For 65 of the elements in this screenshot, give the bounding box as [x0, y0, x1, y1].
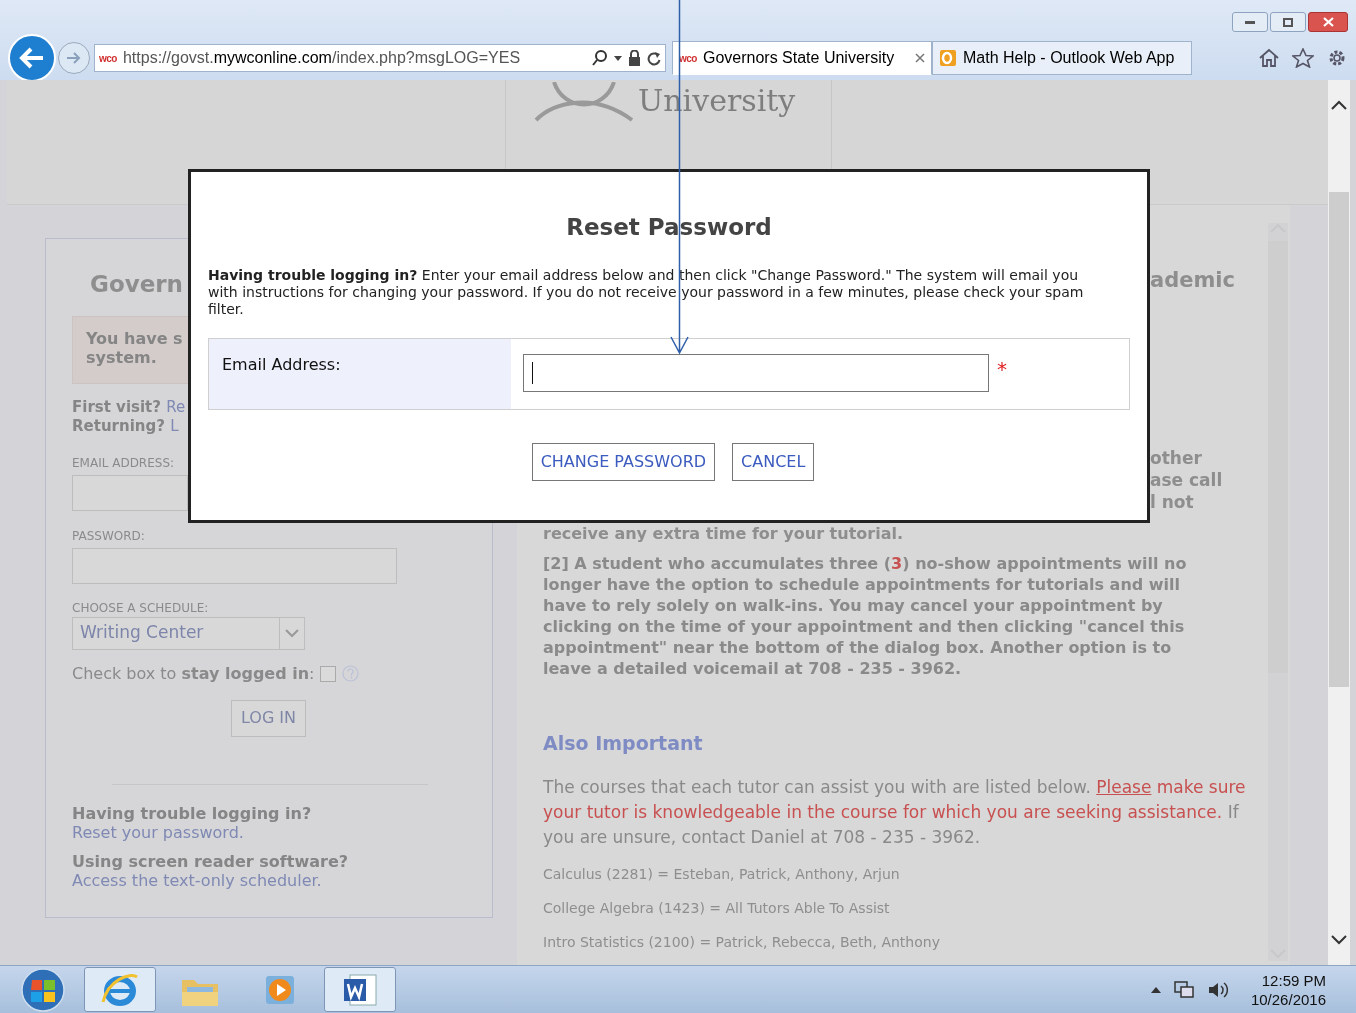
close-icon [1322, 17, 1334, 27]
search-icon [592, 50, 608, 66]
section-heading: ademic [1150, 267, 1235, 294]
dialog-button[interactable]: CHANGE PASSWORD [531, 442, 716, 481]
field-label: CHOOSE A SCHEDULE: [72, 599, 209, 617]
browser-icon [100, 971, 140, 1008]
taskbar-app[interactable] [84, 967, 156, 1012]
mail-app-icon [939, 49, 957, 67]
stay-logged-in-label: Check box to stay logged in: [72, 662, 315, 685]
minimize-button[interactable] [1232, 12, 1268, 32]
rule-text-fragment: other [1150, 446, 1202, 469]
clock-date[interactable]: 10/26/2016 [1250, 989, 1326, 1009]
help-text: Using screen reader software? Access the text-only scheduler. [72, 851, 349, 890]
email-address-label: Email Address: [222, 354, 341, 374]
course-text: College Algebra (1423) = All Tutors Able To Assist [543, 899, 890, 918]
home-icon[interactable] [1258, 48, 1280, 68]
address-bar[interactable]: wco https://govst.mywconline.com/index.php?msgLOG=YES [94, 44, 666, 72]
course-text: Calculus (2281) = Esteban, Patrick, Anthony, Arjun [543, 865, 900, 884]
email-address-input[interactable] [523, 353, 989, 392]
star-icon[interactable] [1292, 48, 1314, 68]
taskbar-app[interactable] [324, 967, 396, 1012]
text-cursor [532, 361, 533, 384]
panel-title: Govern [90, 270, 183, 299]
help-text: Having trouble logging in? Reset your password. [72, 803, 313, 842]
dialog-intro: Having trouble logging in? Enter your email address below and then click "Change Password." The system will email you with instructions for changing your password. If you do not receive your password in a few minutes, please check your spam filter. [208, 266, 1085, 318]
rule-text-fragment: receive any extra time for your tutorial. [543, 524, 903, 543]
scroll-down-icon[interactable] [1331, 935, 1347, 945]
dialog-button[interactable]: CANCEL [732, 442, 815, 481]
browser-tab[interactable]: wco Governors State University [672, 41, 932, 75]
back-button[interactable] [8, 34, 56, 82]
close-tab-icon[interactable] [915, 53, 925, 63]
field-label: PASSWORD: [72, 527, 145, 545]
volume-icon[interactable] [1206, 979, 1229, 1000]
clock-time[interactable]: 12:59 PM [1261, 970, 1326, 990]
network-icon[interactable] [1172, 979, 1195, 1000]
close-button[interactable] [1308, 12, 1348, 32]
start-button[interactable] [18, 966, 68, 1013]
logo-icon [534, 82, 634, 122]
back-arrow-icon [19, 47, 45, 69]
stay-logged-in-checkbox[interactable] [320, 665, 337, 682]
rule-text-fragment: ase call [1150, 468, 1223, 491]
visit-text: First visit? Re [72, 397, 186, 417]
field-label: EMAIL ADDRESS: [72, 454, 175, 472]
show-hidden-icons[interactable] [1150, 986, 1161, 993]
email-field[interactable] [72, 474, 188, 511]
courses-paragraph: The courses that each tutor can assist you with are listed below. Please make sure your tutor is knowledgeable in the course for which you are seeking assistance. If you are unsure, contact Daniel at 708 - 235 - 3962. [543, 776, 1247, 849]
scroll-up-icon[interactable] [1331, 100, 1347, 110]
scrollbar-thumb[interactable] [1329, 192, 1349, 687]
course-text: Intro Statistics (2100) = Patrick, Rebecca, Beth, Anthony [543, 933, 940, 952]
restore-button[interactable] [1270, 12, 1306, 32]
notice-text: system. [86, 347, 157, 367]
notice-text: You have s [86, 328, 183, 348]
rule-paragraph: [2] A student who accumulates three (3) no-show appointments will no longer have the option to schedule appointments for tutorials and will have to rely solely on walk-ins. You may cancel your appointment by clicking on the time of your appointment and then clicking "cancel this appointment" near the bottom of the dialog box. Another option is to leave a detailed voicemail at 708 - 235 - 3962. [543, 552, 1188, 679]
required-mark: * [997, 358, 1007, 379]
section-heading: Also Important [543, 730, 703, 756]
forward-arrow-icon [66, 51, 82, 65]
browser-tab[interactable]: Math Help - Outlook Web App [932, 41, 1192, 75]
password-field[interactable] [72, 547, 397, 584]
rule-text-fragment: l not [1150, 490, 1194, 513]
visit-text: Returning? L [72, 416, 179, 436]
lock-icon [628, 50, 641, 66]
site-favicon: wco [679, 51, 697, 66]
refresh-icon [647, 50, 661, 66]
dropdown-caret-icon [614, 55, 622, 61]
please-link[interactable]: Please [1096, 777, 1152, 797]
